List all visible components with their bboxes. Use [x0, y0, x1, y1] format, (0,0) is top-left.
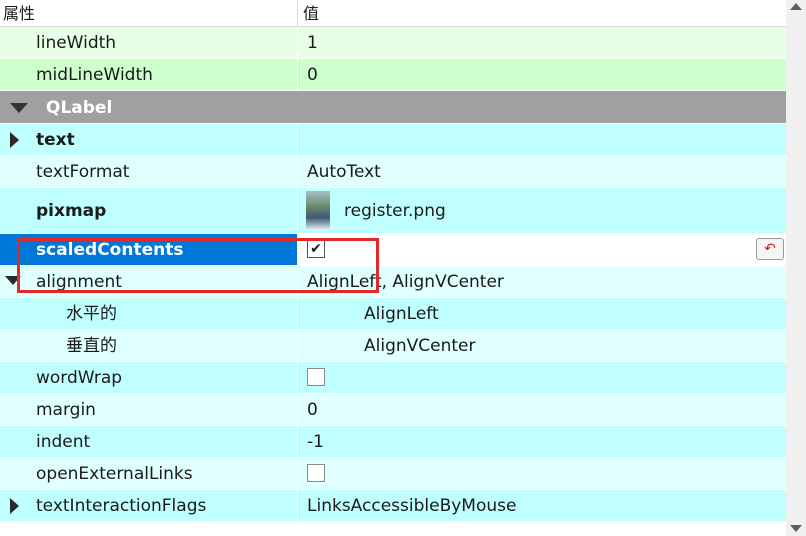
property-value[interactable]: register.png	[344, 188, 446, 234]
scroll-down-arrow-icon[interactable]	[790, 525, 802, 532]
property-row-margin[interactable]: margin 0	[0, 394, 786, 426]
property-value[interactable]: AutoText	[307, 156, 381, 188]
property-row-textinteractionflags[interactable]: textInteractionFlags LinksAccessibleByMo…	[0, 490, 786, 522]
category-name: QLabel	[46, 98, 113, 118]
expand-arrow-icon[interactable]	[10, 132, 19, 148]
expand-arrow-icon[interactable]	[10, 498, 19, 514]
property-name: margin	[36, 400, 96, 420]
openexternallinks-checkbox[interactable]	[307, 464, 325, 482]
property-value[interactable]: 1	[307, 27, 318, 59]
property-row-wordwrap[interactable]: wordWrap	[0, 362, 786, 394]
property-editor: 属性 值 lineWidth 1 midLineWidth 0 QLabel t…	[0, 0, 806, 536]
property-row-text[interactable]: text	[0, 124, 786, 156]
property-value[interactable]: LinksAccessibleByMouse	[307, 490, 516, 522]
property-value[interactable]: -1	[307, 426, 324, 458]
property-row-openexternallinks[interactable]: openExternalLinks	[0, 458, 786, 490]
property-name: alignment	[36, 272, 122, 292]
property-rows: lineWidth 1 midLineWidth 0 QLabel text t…	[0, 27, 786, 522]
property-row-indent[interactable]: indent -1	[0, 426, 786, 458]
property-row-horizontal[interactable]: 水平的 AlignLeft	[0, 298, 786, 330]
property-row-scaledcontents[interactable]: scaledContents ✔ ↶	[0, 234, 786, 266]
wordwrap-checkbox[interactable]	[307, 368, 325, 386]
property-name: text	[36, 130, 75, 150]
property-name: 垂直的	[66, 336, 117, 356]
property-name: pixmap	[36, 201, 107, 221]
property-row-midlinewidth[interactable]: midLineWidth 0	[0, 59, 786, 91]
property-value[interactable]: 0	[307, 394, 318, 426]
property-value[interactable]: AlignVCenter	[364, 330, 476, 362]
collapse-arrow-icon[interactable]	[5, 276, 21, 285]
property-name: wordWrap	[36, 368, 123, 388]
property-row-alignment[interactable]: alignment AlignLeft, AlignVCenter	[0, 266, 786, 298]
property-row-linewidth[interactable]: lineWidth 1	[0, 27, 786, 59]
property-name: lineWidth	[36, 33, 117, 53]
property-row-textformat[interactable]: textFormat AutoText	[0, 156, 786, 188]
property-name: indent	[36, 432, 91, 452]
property-row-vertical[interactable]: 垂直的 AlignVCenter	[0, 330, 786, 362]
vertical-scrollbar[interactable]	[786, 0, 806, 536]
property-name: 水平的	[66, 304, 117, 324]
pixmap-thumbnail-image	[306, 191, 330, 229]
property-name: textInteractionFlags	[36, 496, 207, 516]
property-value[interactable]: AlignLeft, AlignVCenter	[307, 266, 504, 298]
header-value[interactable]: 值	[303, 0, 319, 26]
category-row-qlabel[interactable]: QLabel	[0, 91, 786, 124]
property-value[interactable]: AlignLeft	[364, 298, 439, 330]
scroll-up-arrow-icon[interactable]	[790, 3, 802, 10]
property-name: midLineWidth	[36, 65, 153, 85]
header-divider[interactable]	[297, 0, 298, 26]
property-name: textFormat	[36, 162, 130, 182]
scaledcontents-checkbox[interactable]: ✔	[307, 240, 325, 258]
property-name: scaledContents	[36, 240, 184, 260]
property-name: openExternalLinks	[36, 464, 193, 484]
property-row-pixmap[interactable]: pixmap register.png	[0, 188, 786, 234]
reset-icon[interactable]: ↶	[756, 238, 784, 260]
collapse-arrow-icon[interactable]	[10, 103, 28, 113]
property-table-header: 属性 值	[0, 0, 786, 27]
property-value[interactable]: 0	[307, 59, 318, 91]
header-property[interactable]: 属性	[3, 0, 35, 26]
